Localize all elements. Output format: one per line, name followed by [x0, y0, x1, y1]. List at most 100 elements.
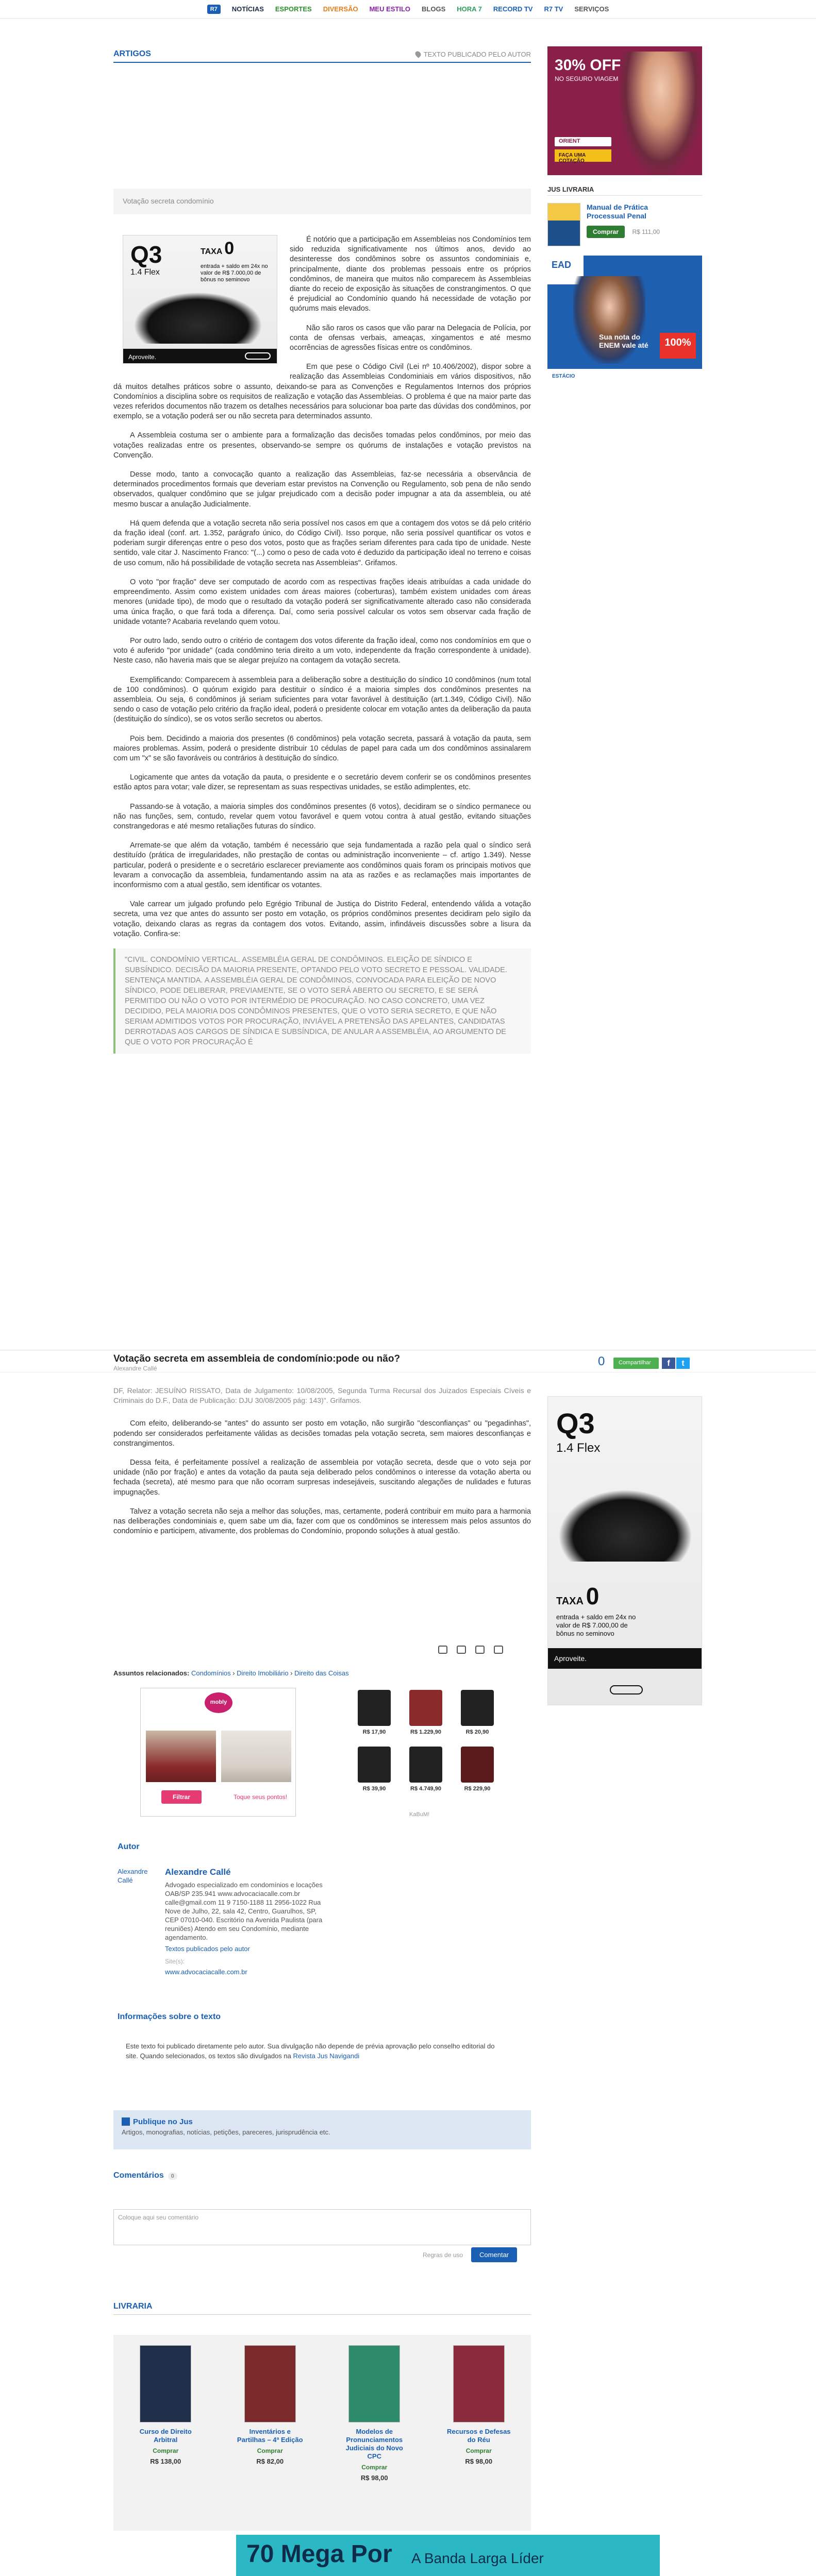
- r7-logo[interactable]: R7: [207, 4, 221, 14]
- ad-model: Q3: [130, 241, 162, 268]
- product-image[interactable]: [461, 1690, 494, 1726]
- comment-input[interactable]: Coloque aqui seu comentário: [113, 2209, 531, 2245]
- ad-link[interactable]: Toque seus pontos!: [234, 1793, 287, 1801]
- livraria-books: Curso de Direito Arbitral Comprar R$ 138…: [113, 2335, 531, 2531]
- nav-diversao[interactable]: DIVERSÃO: [323, 5, 358, 13]
- furniture-ad[interactable]: mobly Filtrar Toque seus pontos!: [140, 1688, 296, 1817]
- author-texts-link[interactable]: Textos publicados pelo autor: [165, 1945, 330, 1953]
- publish-icon: [122, 2117, 130, 2126]
- audi-ad-sidebar[interactable]: Q3 1.4 Flex TAXA 0 entrada + saldo em 24…: [547, 1396, 702, 1705]
- ad-ead-percent: 100%: [660, 333, 696, 359]
- copy-icon[interactable]: [475, 1646, 485, 1654]
- nav-servicos[interactable]: SERVIÇOS: [574, 5, 609, 13]
- book-title[interactable]: Inventários e Partilhas – 4ª Edição: [237, 2428, 304, 2444]
- book-title[interactable]: Modelos de Pronunciamentos Judiciais do …: [341, 2428, 408, 2461]
- heart-icon[interactable]: [494, 1646, 503, 1654]
- ad-headline: 70 Mega Por: [246, 2540, 392, 2568]
- book-card[interactable]: Recursos e Defesas do Réu Comprar R$ 98,…: [445, 2345, 512, 2531]
- email-icon[interactable]: [438, 1646, 447, 1654]
- book-card[interactable]: Curso de Direito Arbitral Comprar R$ 138…: [132, 2345, 199, 2531]
- book-card[interactable]: Inventários e Partilhas – 4ª Edição Comp…: [237, 2345, 304, 2531]
- paragraph: Logicamente que antes da votação da paut…: [113, 773, 531, 792]
- sidebar-book[interactable]: Manual de Prática Processual Penal Compr…: [547, 203, 702, 246]
- nav-esportes[interactable]: ESPORTES: [275, 5, 312, 13]
- paragraph: Com efeito, deliberando-se "antes" do as…: [113, 1419, 531, 1448]
- twitter-icon[interactable]: t: [676, 1358, 690, 1369]
- publish-banner[interactable]: Publique no Jus Artigos, monografias, no…: [113, 2110, 531, 2149]
- broadband-ad[interactable]: 70 Mega Por A Banda Larga Líder: [236, 2535, 660, 2576]
- book-cover[interactable]: [140, 2345, 192, 2422]
- product-image[interactable]: [358, 1747, 391, 1783]
- book-title[interactable]: Recursos e Defesas do Réu: [445, 2428, 512, 2444]
- book-cover[interactable]: [547, 203, 580, 246]
- product-image[interactable]: [409, 1747, 442, 1783]
- facebook-icon[interactable]: f: [662, 1358, 675, 1369]
- comment-button[interactable]: Comentar: [471, 2247, 518, 2262]
- nav-meu-estilo[interactable]: MEU ESTILO: [370, 5, 410, 13]
- car-image: [134, 292, 262, 344]
- author-site-label: Site(s):: [165, 1958, 185, 1965]
- book-cover[interactable]: [453, 2345, 505, 2422]
- ad-subtitle: NO SEGURO VIAGEM: [555, 75, 619, 82]
- book-price: R$ 82,00: [256, 2458, 284, 2465]
- buy-button[interactable]: Comprar: [445, 2447, 512, 2454]
- nav-noticias[interactable]: NOTÍCIAS: [232, 5, 264, 13]
- ad-cta-button[interactable]: FAÇA UMA COTAÇÃO: [555, 149, 611, 164]
- buy-button[interactable]: Comprar: [341, 2464, 408, 2471]
- author-photo-alt[interactable]: Alexandre Callé: [118, 1867, 159, 1885]
- author-name[interactable]: Alexandre Callé: [165, 1867, 330, 1877]
- product-image[interactable]: [358, 1690, 391, 1726]
- comments-title-text: Comentários: [113, 2171, 164, 2180]
- paragraph: Desse modo, tanto a convocação quanto a …: [113, 470, 531, 509]
- audi-ad-inline[interactable]: Q3 1.4 Flex TAXA 0 entrada + saldo em 24…: [123, 235, 277, 364]
- paragraph: Pois bem. Decidindo a maioria dos presen…: [113, 734, 531, 762]
- sticky-author[interactable]: Alexandre Callé: [113, 1365, 531, 1372]
- product-price: R$ 39,90: [362, 1786, 386, 1792]
- related-link[interactable]: Direito das Coisas: [294, 1669, 349, 1677]
- section-label[interactable]: ARTIGOS: [113, 49, 151, 59]
- jus-livraria-heading: JUS LIVRARIA: [547, 185, 702, 196]
- ad-cta-bar: Aproveite.: [548, 1648, 702, 1669]
- rules-link[interactable]: Regras de uso: [423, 2251, 463, 2259]
- book-title[interactable]: Manual de Prática Processual Penal: [587, 203, 659, 221]
- ead-ad[interactable]: EAD Sua nota do ENEM vale até 100% ESTÁC…: [547, 256, 702, 384]
- related-link[interactable]: Direito Imobiliário: [237, 1669, 288, 1677]
- sticky-title: Votação secreta em assembleia de condomí…: [113, 1353, 401, 1364]
- article-header: ARTIGOS TEXTO PUBLICADO PELO AUTOR: [113, 49, 531, 63]
- share-button[interactable]: Compartilhar: [613, 1358, 659, 1369]
- ad-filter-button[interactable]: Filtrar: [161, 1790, 202, 1804]
- revista-link[interactable]: Revista Jus Navigandi: [293, 2052, 360, 2060]
- comments-title: Comentários 0: [113, 2171, 177, 2180]
- related-link[interactable]: Condomínios: [191, 1669, 231, 1677]
- ad-subheadline: A Banda Larga Líder: [411, 2550, 544, 2566]
- nav-r7-tv[interactable]: R7 TV: [544, 5, 563, 13]
- book-title[interactable]: Curso de Direito Arbitral: [132, 2428, 199, 2444]
- ad-brand-logo: mobly: [205, 1692, 232, 1713]
- product-price: R$ 229,90: [464, 1786, 491, 1792]
- product-image[interactable]: [461, 1747, 494, 1783]
- print-icon[interactable]: [457, 1646, 466, 1654]
- sticky-inner: Votação secreta em assembleia de condomí…: [113, 1353, 531, 1372]
- ad-taxa-label: TAXA: [201, 247, 222, 256]
- comment-actions: Regras de uso Comentar: [423, 2247, 518, 2262]
- info-section-title: Informações sobre o texto: [118, 2012, 221, 2021]
- buy-button[interactable]: Comprar: [237, 2447, 304, 2454]
- author-section-title: Autor: [118, 1842, 140, 1851]
- nav-record-tv[interactable]: RECORD TV: [493, 5, 533, 13]
- buy-button[interactable]: Comprar: [587, 226, 625, 238]
- location-pin-icon: [413, 50, 422, 58]
- product-price: R$ 1.229,90: [410, 1729, 441, 1735]
- buy-button[interactable]: Comprar: [132, 2447, 199, 2454]
- products-ad[interactable]: R$ 17,90 R$ 1.229,90 R$ 20,90 R$ 39,90 R…: [347, 1685, 507, 1819]
- ad-photo: [221, 1731, 291, 1782]
- ad-taxa: TAXA 0: [201, 240, 234, 257]
- book-card[interactable]: Modelos de Pronunciamentos Judiciais do …: [341, 2345, 408, 2531]
- nav-blogs[interactable]: BLOGS: [422, 5, 445, 13]
- audi-rings-icon: [245, 352, 271, 360]
- travel-ad[interactable]: 30% OFF NO SEGURO VIAGEM ORIENT FAÇA UMA…: [547, 46, 702, 175]
- product-image[interactable]: [409, 1690, 442, 1726]
- author-site-link[interactable]: www.advocaciacalle.com.br: [165, 1968, 330, 1976]
- book-cover[interactable]: [244, 2345, 296, 2422]
- book-cover[interactable]: [348, 2345, 401, 2422]
- nav-hora7[interactable]: HORA 7: [457, 5, 482, 13]
